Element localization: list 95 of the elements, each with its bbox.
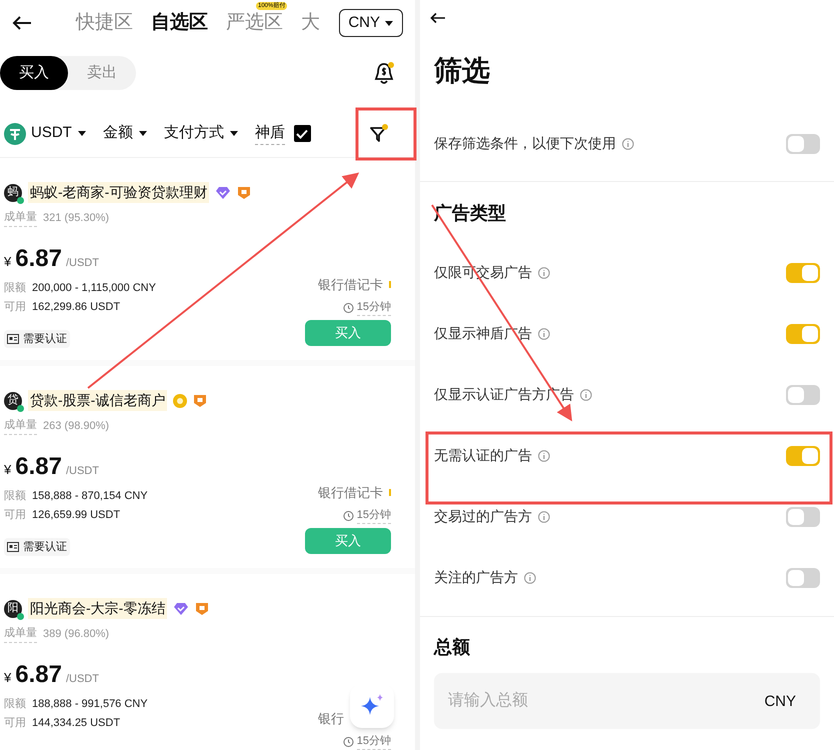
payment-time: 15分钟 <box>356 506 391 524</box>
currency-sign: ¥ <box>4 252 12 270</box>
limit-label: 限额 <box>4 696 26 712</box>
info-icon <box>538 328 550 340</box>
currency-sign: ¥ <box>4 460 12 478</box>
price: 6.87 <box>15 452 62 482</box>
diamond-icon <box>215 186 232 200</box>
diamond-icon <box>173 602 190 616</box>
filter-dropdown[interactable]: 金额 <box>102 122 148 145</box>
section-title: 总额 <box>432 636 471 658</box>
available-value: 144,334.25 USDT <box>32 716 120 731</box>
payment-time: 15分钟 <box>356 298 391 316</box>
price: 6.87 <box>15 244 62 274</box>
info-icon <box>538 450 550 462</box>
orders-count: 263 (98.90%) <box>43 418 110 434</box>
orders-count: 389 (96.80%) <box>43 626 110 642</box>
merchant-name[interactable]: 阳光商会-大宗-零冻结 <box>28 598 168 619</box>
price-unit: /USDT <box>66 256 99 270</box>
option-label: 关注的广告方 <box>434 568 518 587</box>
limit-label: 限额 <box>4 280 26 296</box>
limit-value: 158,888 - 870,154 CNY <box>32 488 148 504</box>
avatar: 贷 <box>4 392 22 410</box>
shield-icon <box>195 602 210 616</box>
option-label: 交易过的广告方 <box>434 507 532 526</box>
price-unit: /USDT <box>66 672 99 686</box>
toggle-switch[interactable] <box>786 506 820 526</box>
id-card-icon <box>7 334 19 344</box>
toggle-switch[interactable] <box>786 324 820 344</box>
highlight-box <box>356 108 416 160</box>
currency-sign: ¥ <box>4 668 12 686</box>
currency-dropdown[interactable]: CNY <box>339 9 403 37</box>
tab[interactable]: 自选区 <box>151 8 208 38</box>
orders-count: 321 (95.30%) <box>43 210 110 226</box>
toggle-switch[interactable] <box>786 262 820 282</box>
info-icon <box>580 388 592 400</box>
timer-icon <box>342 736 354 747</box>
requirement-tag: 需要认证 <box>4 538 70 556</box>
filter-dropdown[interactable]: 支付方式 <box>164 122 239 145</box>
payment-method: 银行借记卡 <box>318 276 384 294</box>
caret-icon <box>228 129 239 138</box>
assistant-button[interactable] <box>350 684 394 728</box>
timer-icon <box>342 510 354 521</box>
limit-value: 200,000 - 1,115,000 CNY <box>32 280 156 296</box>
caret-icon <box>138 129 148 138</box>
limit-value: 188,888 - 991,576 CNY <box>32 696 148 712</box>
coin-icon <box>173 394 188 408</box>
side-tab[interactable]: 买入 <box>0 56 68 90</box>
currency-label: CNY <box>764 692 796 712</box>
toggle-switch[interactable] <box>786 134 820 154</box>
payment-method: 银行 <box>318 710 345 728</box>
toggle-switch[interactable] <box>786 446 820 466</box>
info-icon <box>524 572 536 584</box>
info-icon <box>622 138 634 150</box>
orders-label: 成单量 <box>4 417 37 434</box>
timer-icon <box>342 302 354 313</box>
price-unit: /USDT <box>66 464 99 478</box>
filter-dropdown[interactable]: USDT <box>4 122 87 145</box>
avatar: 蚂 <box>4 184 22 202</box>
avatar: 阳 <box>4 600 22 618</box>
shield-icon <box>193 394 208 408</box>
price: 6.87 <box>15 660 62 690</box>
available-value: 162,299.86 USDT <box>32 300 120 315</box>
tether-icon <box>4 122 26 144</box>
toggle-switch[interactable] <box>786 568 820 588</box>
orders-label: 成单量 <box>4 625 37 642</box>
check-icon <box>296 128 308 138</box>
orders-label: 成单量 <box>4 209 37 226</box>
option-label: 无需认证的广告 <box>434 446 532 465</box>
payment-time: 15分钟 <box>356 732 391 750</box>
payment-marker <box>389 489 391 496</box>
info-icon <box>538 510 550 522</box>
option-label: 保存筛选条件，以便下次使用 <box>434 134 616 153</box>
available-label: 可用 <box>4 300 26 315</box>
payment-method: 银行借记卡 <box>318 484 384 502</box>
available-value: 126,659.99 USDT <box>32 508 120 523</box>
shield-icon <box>237 186 252 200</box>
shield-filter[interactable]: 神盾 <box>254 122 311 146</box>
merchant-name[interactable]: 蚂蚁-老商家-可验资贷款理财 <box>28 182 210 203</box>
available-label: 可用 <box>4 716 26 731</box>
page-title: 筛选 <box>433 54 491 88</box>
caret-icon <box>384 18 394 28</box>
info-icon <box>538 266 550 278</box>
bell-icon <box>373 61 395 85</box>
id-card-icon <box>7 542 19 552</box>
toggle-switch[interactable] <box>786 384 820 404</box>
available-label: 可用 <box>4 508 26 523</box>
back-arrow-icon <box>12 15 32 31</box>
requirement-tag: 需要认证 <box>4 330 70 348</box>
caret-icon <box>76 129 87 138</box>
checkbox[interactable] <box>294 125 311 142</box>
merchant-name[interactable]: 贷款-股票-诚信老商户 <box>28 390 168 411</box>
payment-marker <box>389 281 391 288</box>
back-arrow-icon <box>430 12 446 24</box>
filter-icon <box>369 124 389 144</box>
limit-label: 限额 <box>4 488 26 504</box>
